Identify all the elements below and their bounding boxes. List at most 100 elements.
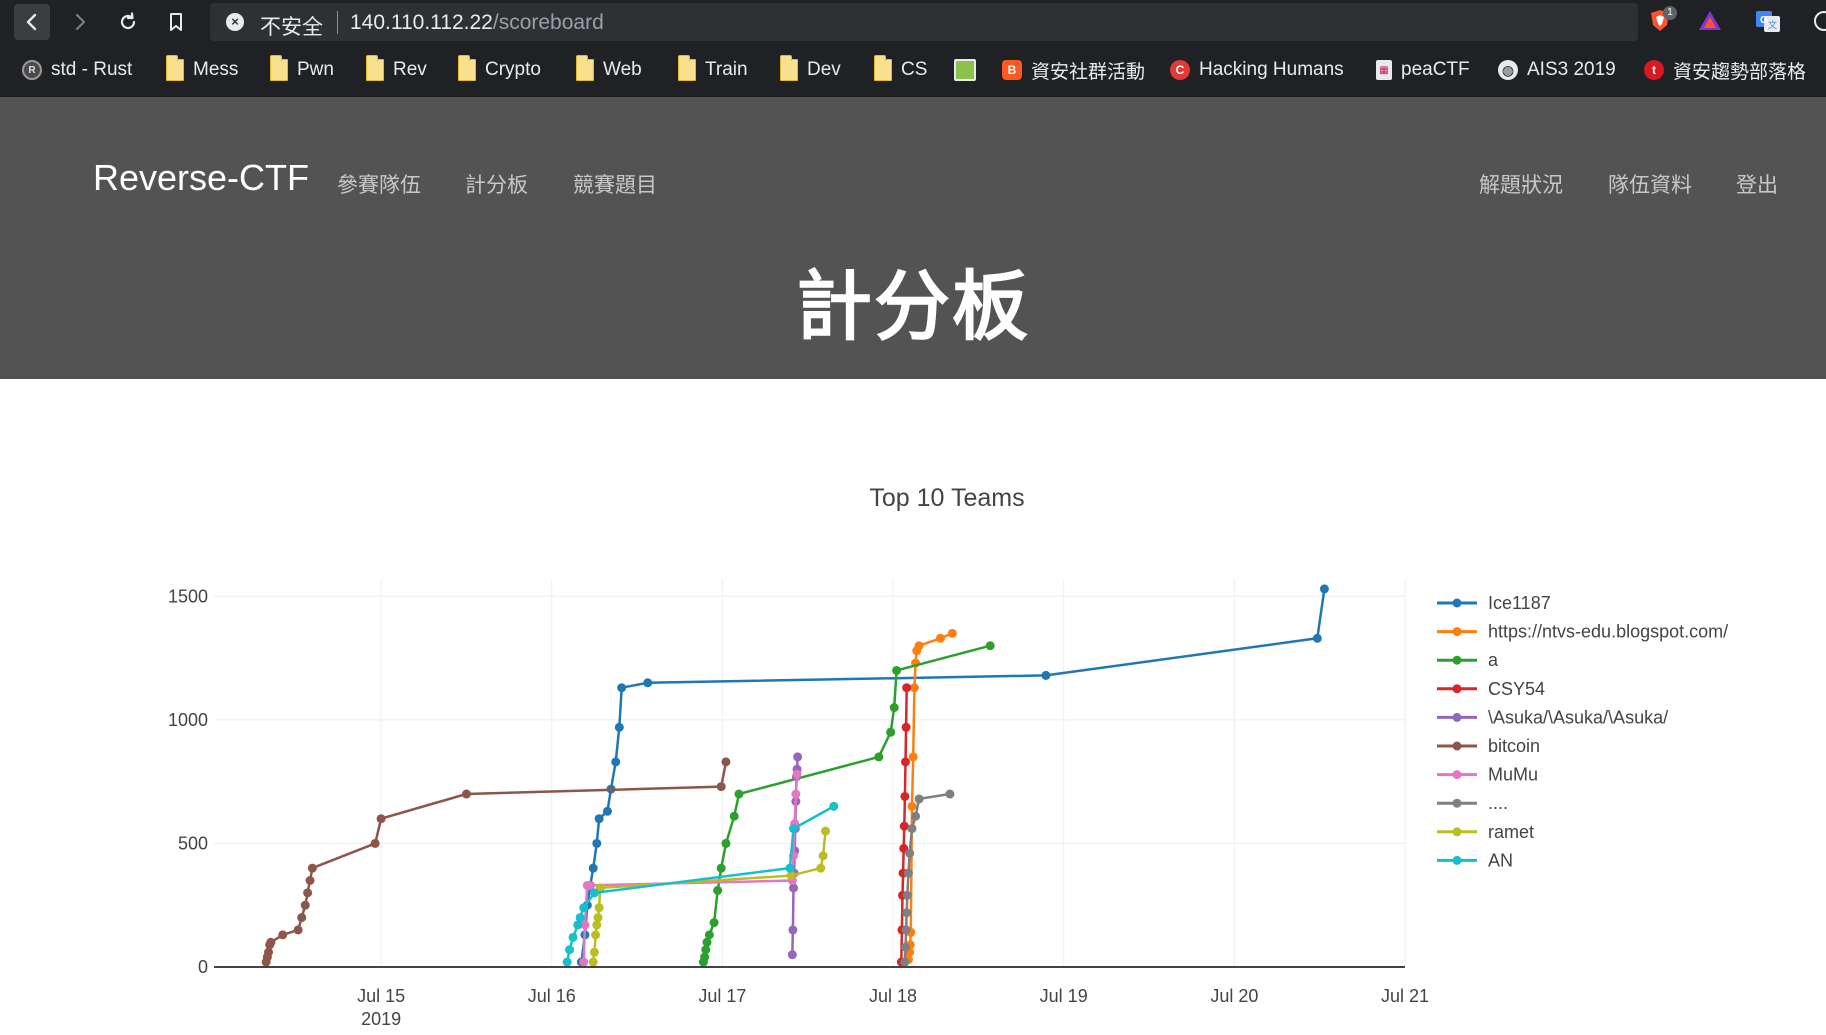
legend-label: bitcoin bbox=[1488, 736, 1540, 756]
bookmark-button[interactable] bbox=[158, 4, 194, 40]
back-button[interactable] bbox=[14, 4, 50, 40]
nav-team-profile[interactable]: 隊伍資料 bbox=[1608, 169, 1692, 199]
legend-item[interactable]: MuMu bbox=[1437, 765, 1538, 785]
bookmark-folder-crypto[interactable]: Crypto bbox=[458, 55, 541, 83]
data-point bbox=[947, 628, 957, 638]
bookmark-ais3[interactable]: ◍ AIS3 2019 bbox=[1498, 57, 1616, 83]
legend-item[interactable]: AN bbox=[1437, 850, 1513, 870]
bookmark-security-events[interactable]: B 資安社群活動 bbox=[1002, 57, 1145, 83]
bookmark-folder-dev[interactable]: Dev bbox=[780, 55, 841, 83]
data-point bbox=[614, 722, 624, 732]
data-point bbox=[792, 769, 802, 779]
nav-solve-status[interactable]: 解題狀況 bbox=[1479, 169, 1563, 199]
bookmark-label: 資安社群活動 bbox=[1031, 61, 1146, 83]
data-point bbox=[902, 683, 912, 693]
legend-item[interactable]: CSY54 bbox=[1437, 679, 1545, 699]
data-point bbox=[305, 876, 315, 886]
google-translate-icon[interactable]: G文 bbox=[1755, 8, 1781, 34]
profile-icon[interactable] bbox=[1812, 8, 1826, 34]
data-point bbox=[588, 863, 598, 873]
data-point bbox=[617, 683, 627, 693]
cyberwire-icon: C bbox=[1170, 60, 1190, 80]
y-tick-label: 1000 bbox=[168, 710, 208, 730]
data-point bbox=[709, 918, 719, 928]
data-point bbox=[307, 863, 317, 873]
data-point bbox=[594, 903, 604, 913]
brand-link[interactable]: Reverse-CTF bbox=[93, 157, 309, 199]
data-point bbox=[902, 890, 912, 900]
legend-item[interactable]: bitcoin bbox=[1437, 736, 1540, 756]
data-point bbox=[909, 683, 919, 693]
nav-scoreboard[interactable]: 計分板 bbox=[465, 169, 528, 199]
bookmark-folder-pwn[interactable]: Pwn bbox=[270, 55, 334, 83]
legend-item[interactable]: a bbox=[1437, 650, 1499, 670]
series-0 bbox=[576, 584, 1329, 967]
bookmark-image-site[interactable] bbox=[954, 57, 976, 83]
reload-button[interactable] bbox=[110, 4, 146, 40]
legend-label: AN bbox=[1488, 850, 1513, 870]
chart-title: Top 10 Teams bbox=[869, 484, 1024, 512]
data-point bbox=[935, 633, 945, 643]
address-bar[interactable]: × 不安全 140.110.112.22/scoreboard bbox=[210, 3, 1638, 41]
bookmark-folder-mess[interactable]: Mess bbox=[166, 55, 238, 83]
data-point bbox=[787, 950, 797, 960]
data-point bbox=[985, 641, 995, 651]
bookmark-folder-cs[interactable]: CS bbox=[874, 55, 927, 83]
data-point bbox=[911, 811, 921, 821]
series-7 bbox=[900, 789, 955, 967]
bookmark-peactf[interactable]: ▦ peaCTF bbox=[1376, 57, 1470, 83]
folder-icon bbox=[270, 55, 288, 81]
data-point bbox=[579, 903, 589, 913]
folder-icon bbox=[458, 55, 476, 81]
page-title: 計分板 bbox=[796, 262, 1030, 351]
legend-marker bbox=[1452, 627, 1462, 637]
nav-challenges[interactable]: 競賽題目 bbox=[573, 169, 657, 199]
data-point bbox=[593, 913, 603, 923]
data-point bbox=[704, 930, 714, 940]
data-point bbox=[1041, 670, 1051, 680]
legend-item[interactable]: .... bbox=[1437, 793, 1508, 813]
legend-label: \Asuka/\Asuka/\Asuka/ bbox=[1488, 707, 1668, 727]
axis-layer: Jul 15 2019 Jul 16 Jul 17 Jul 18 Jul 19 Jul 20… bbox=[168, 586, 1429, 1029]
bookmark-folder-train[interactable]: Train bbox=[678, 55, 748, 83]
data-point bbox=[902, 908, 912, 918]
x-tick-label: Jul 15 bbox=[357, 986, 405, 1006]
bookmark-std-rust[interactable]: R std - Rust bbox=[22, 57, 132, 83]
bookmark-hacking-humans[interactable]: C Hacking Humans bbox=[1170, 57, 1344, 83]
legend-marker bbox=[1452, 827, 1462, 837]
legend-item[interactable]: Ice1187 bbox=[1437, 593, 1551, 613]
legend-label: a bbox=[1488, 650, 1499, 670]
security-label: 不安全 bbox=[260, 15, 323, 39]
bookmark-folder-rev[interactable]: Rev bbox=[366, 55, 427, 83]
bookmark-label: std - Rust bbox=[51, 59, 133, 80]
forward-button[interactable] bbox=[62, 4, 98, 40]
y-tick-label: 1500 bbox=[168, 586, 208, 606]
brave-shield-icon[interactable]: 1 bbox=[1647, 6, 1677, 34]
data-point bbox=[820, 826, 830, 836]
legend-label: https://ntvs-edu.blogspot.com/ bbox=[1488, 622, 1728, 642]
data-point bbox=[899, 821, 909, 831]
legend-item[interactable]: https://ntvs-edu.blogspot.com/ bbox=[1437, 622, 1728, 642]
data-point bbox=[588, 957, 598, 967]
bookmark-trend-blog[interactable]: t 資安趨勢部落格 bbox=[1644, 57, 1806, 83]
series-line bbox=[264, 761, 728, 963]
url-text[interactable]: 140.110.112.22/scoreboard bbox=[350, 11, 604, 35]
folder-icon bbox=[576, 55, 594, 81]
nav-logout[interactable]: 登出 bbox=[1736, 169, 1778, 199]
bookmark-icon bbox=[170, 13, 182, 31]
scoreboard-chart[interactable]: Jul 15 2019 Jul 16 Jul 17 Jul 18 Jul 19 Jul 20… bbox=[0, 379, 1826, 1030]
bookmark-folder-web[interactable]: Web bbox=[576, 55, 642, 83]
legend-item[interactable]: ramet bbox=[1437, 822, 1534, 842]
data-point bbox=[907, 824, 917, 834]
data-point bbox=[886, 727, 896, 737]
data-point bbox=[903, 868, 913, 878]
data-point bbox=[908, 752, 918, 762]
data-point bbox=[721, 838, 731, 848]
legend-item[interactable]: \Asuka/\Asuka/\Asuka/ bbox=[1437, 707, 1668, 727]
calculator-icon: ▦ bbox=[1376, 60, 1392, 80]
trendmicro-icon: t bbox=[1644, 60, 1664, 80]
legend-label: Ice1187 bbox=[1488, 593, 1551, 613]
brave-rewards-icon[interactable] bbox=[1697, 8, 1723, 34]
data-point bbox=[1312, 633, 1322, 643]
nav-teams[interactable]: 參賽隊伍 bbox=[337, 169, 421, 199]
